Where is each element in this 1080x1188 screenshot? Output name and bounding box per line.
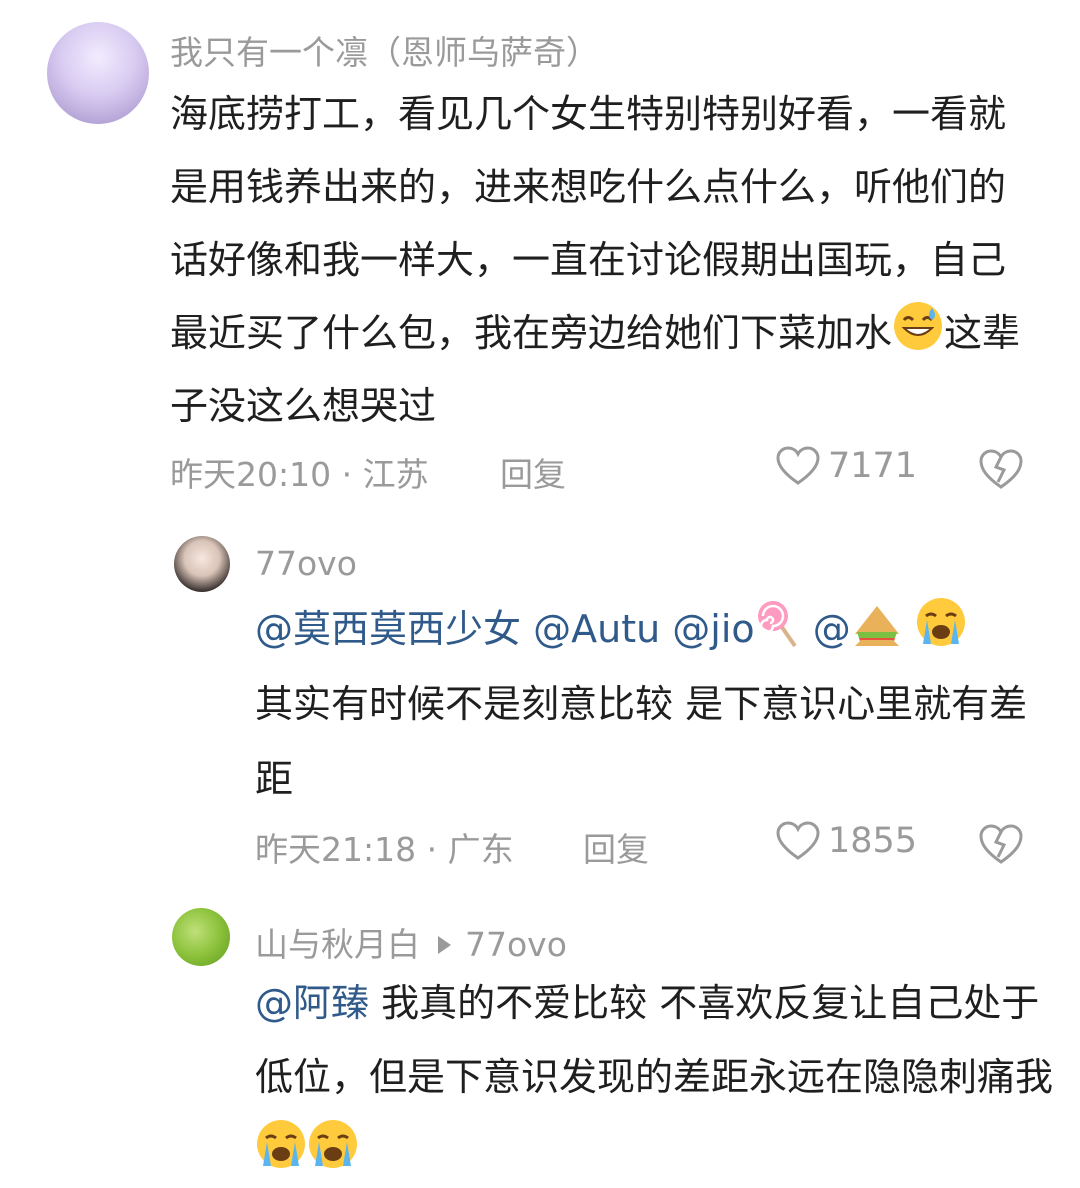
username[interactable]: 山与秋月白 bbox=[255, 925, 420, 964]
avatar[interactable] bbox=[172, 908, 230, 966]
reply-button[interactable]: 回复 bbox=[583, 823, 649, 871]
like-count: 7171 bbox=[828, 446, 918, 486]
username[interactable]: 77ovo bbox=[255, 544, 357, 583]
comment-text: @莫西莫西少女 @Autu @jio @ 其实有时候不是刻意比较 是下意识心里就… bbox=[255, 592, 1045, 817]
comment-text: 海底捞打工，看见几个女生特别特别好看，一看就是用钱养出来的，进来想吃什么点什么，… bbox=[170, 78, 1040, 443]
mention-link[interactable]: @阿臻 bbox=[255, 981, 369, 1025]
heart-icon bbox=[776, 446, 820, 485]
timestamp-location: 昨天20:10 · 江苏 bbox=[170, 455, 429, 494]
reply-arrow-icon bbox=[438, 936, 451, 954]
mention-link[interactable]: @莫西莫西少女 bbox=[255, 607, 521, 651]
sandwich-emoji bbox=[854, 606, 899, 646]
username-row: 山与秋月白 77ovo bbox=[255, 918, 567, 966]
grinning-sweat-emoji bbox=[894, 302, 943, 350]
crying-face-emoji bbox=[916, 598, 965, 646]
username[interactable]: 我只有一个凛（恩师乌萨奇） bbox=[170, 26, 599, 74]
mention-link[interactable]: @jio bbox=[672, 607, 754, 651]
comment-text-part: 我真的不爱比较 不喜欢反复让自己处于低位，但是下意识发现的差距永远在隐隐刺痛我 bbox=[255, 981, 1054, 1099]
like-button[interactable]: 7171 bbox=[776, 446, 917, 486]
broken-heart-icon bbox=[979, 449, 1023, 489]
broken-heart-icon bbox=[979, 824, 1023, 864]
timestamp-location: 昨天21:18 · 广东 bbox=[255, 830, 514, 869]
mention-link[interactable]: @Autu bbox=[533, 607, 660, 651]
lollipop-emoji bbox=[757, 601, 797, 648]
comment-text-part: 其实有时候不是刻意比较 是下意识心里就有差距 bbox=[255, 682, 1028, 801]
dislike-button[interactable] bbox=[978, 823, 1024, 869]
dislike-button[interactable] bbox=[978, 448, 1024, 494]
like-button[interactable]: 1855 bbox=[776, 821, 917, 861]
mention-link[interactable]: @ bbox=[813, 607, 851, 651]
like-count: 1855 bbox=[828, 821, 918, 861]
reply-to-username[interactable]: 77ovo bbox=[465, 925, 567, 964]
crying-face-emoji bbox=[309, 1120, 357, 1168]
crying-face-emoji bbox=[257, 1120, 305, 1168]
comment-text: @阿臻 我真的不爱比较 不喜欢反复让自己处于低位，但是下意识发现的差距永远在隐隐… bbox=[255, 966, 1055, 1188]
reply-button[interactable]: 回复 bbox=[500, 448, 566, 496]
heart-icon bbox=[776, 821, 820, 860]
avatar[interactable] bbox=[174, 536, 230, 592]
avatar[interactable] bbox=[47, 22, 149, 124]
comment-text-part: 海底捞打工，看见几个女生特别特别好看，一看就是用钱养出来的，进来想吃什么点什么，… bbox=[170, 92, 1007, 355]
